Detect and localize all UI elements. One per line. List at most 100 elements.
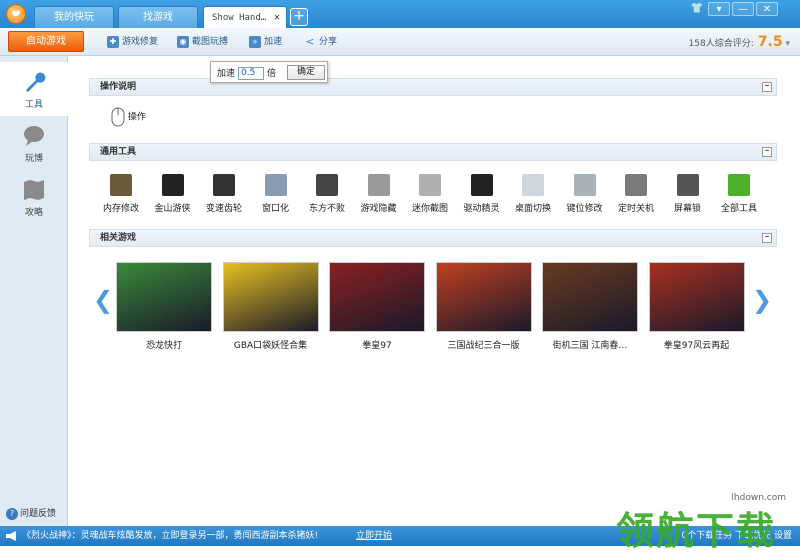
map-icon (24, 180, 44, 200)
tool-label: 东方不败 (308, 204, 345, 214)
game-label: 拳皇97风云再起 (663, 341, 730, 351)
tool-item[interactable]: 金山游侠 (148, 174, 198, 214)
repair-game-button[interactable]: ✚ 游戏修复 (107, 35, 158, 49)
tool-item[interactable]: 变速齿轮 (199, 174, 249, 214)
tab-find-games[interactable]: 找游戏 (118, 6, 198, 28)
prev-arrow-icon[interactable]: ❮ (93, 286, 113, 314)
feedback-link[interactable]: ? 问题反馈 (6, 506, 56, 520)
tool-label: 游戏隐藏 (360, 204, 397, 214)
tab-show-hand[interactable]: Show Hand… ✕ (203, 6, 287, 28)
section-tools-header: 通用工具 – (89, 143, 777, 161)
start-game-button[interactable]: 启动游戏 (8, 31, 84, 52)
game-label: 街机三国 江南春… (552, 341, 628, 351)
toolbar: 启动游戏 ✚ 游戏修复 ◉ 截图玩搏 » 加速 < 分享 158人综合评分: 7.… (0, 28, 800, 56)
tool-item[interactable]: 游戏隐藏 (354, 174, 404, 214)
tool-icon (161, 174, 184, 196)
tool-item[interactable]: 东方不败 (302, 174, 352, 214)
collapse-icon[interactable]: – (762, 233, 772, 243)
question-icon: ? (6, 508, 18, 520)
tool-icon (625, 174, 647, 196)
game-thumbnail[interactable] (648, 262, 745, 332)
game-label: GBA口袋妖怪合集 (233, 341, 308, 351)
mouse-icon (111, 107, 125, 127)
tool-label: 变速齿轮 (205, 204, 242, 214)
tool-icon (316, 174, 338, 196)
close-window-icon[interactable]: ✕ (756, 2, 778, 16)
tool-item[interactable]: 定时关机 (611, 174, 661, 214)
menu-icon[interactable]: ▾ (708, 2, 730, 16)
game-thumbnail[interactable] (116, 262, 212, 332)
skin-shirt-icon[interactable]: 👕 (686, 2, 708, 16)
game-item[interactable]: 拳皇97 (329, 262, 425, 351)
speaker-icon (6, 531, 16, 541)
game-item[interactable]: 恐龙快打 (116, 262, 212, 351)
watermark: lhdown.com 领航下载 (616, 490, 796, 553)
tool-icon (522, 174, 544, 196)
tool-item[interactable]: 窗口化 (251, 174, 301, 214)
collapse-icon[interactable]: – (762, 147, 772, 157)
content-area: 操作说明 – 操作 通用工具 – 内存修改 金山游侠 变速齿轮 窗口化 东方不败 游戏隐藏… (69, 56, 800, 526)
rating-dropdown-icon[interactable]: ▾ (785, 39, 790, 49)
screenshot-button[interactable]: ◉ 截图玩搏 (177, 35, 228, 49)
collapse-icon[interactable]: – (762, 82, 772, 92)
game-thumbnail[interactable] (542, 262, 638, 332)
game-thumbnail[interactable] (435, 262, 532, 332)
tool-item[interactable]: 全部工具 (714, 174, 764, 214)
tool-item[interactable]: 屏幕锁 (663, 174, 713, 214)
sidebar-item-guide[interactable]: 攻略 (0, 170, 68, 224)
sidebar-item-blog[interactable]: 玩博 (0, 116, 68, 170)
minimize-icon[interactable]: — (732, 2, 754, 16)
tool-label: 金山游侠 (154, 204, 191, 214)
tool-icon (264, 174, 287, 196)
tool-label: 全部工具 (720, 204, 757, 214)
news-ticker[interactable]: 《烈火战神》：灵魂战车炫酷发放，立即登录另一部，勇闯西游副本杀猪妖! (22, 526, 318, 546)
tool-icon (676, 174, 699, 196)
tool-label: 窗口化 (261, 204, 289, 214)
tool-label: 内存修改 (102, 204, 139, 214)
tool-item[interactable]: 内存修改 (96, 174, 146, 214)
start-now-link[interactable]: 立即开始 (356, 526, 392, 546)
tool-label: 定时关机 (617, 204, 654, 214)
tool-label: 屏幕锁 (673, 204, 701, 214)
tool-item[interactable]: 迷你截图 (405, 174, 455, 214)
tab-close-icon[interactable]: ✕ (274, 7, 280, 29)
tool-icon (573, 174, 596, 196)
tool-item[interactable]: 驱动精灵 (457, 174, 507, 214)
tool-label: 键位修改 (566, 204, 603, 214)
speed-confirm-button[interactable]: 确定 (287, 65, 325, 80)
chat-bubble-icon (24, 126, 44, 146)
speed-popup: 加速 0.5 倍 确定 (210, 61, 328, 83)
game-label: 三国战纪三合一版 (447, 341, 520, 351)
section-operation-header: 操作说明 – (89, 78, 777, 96)
tool-icon (213, 174, 235, 196)
sidebar-item-tools[interactable]: 工具 (0, 62, 68, 116)
tool-icon (367, 174, 390, 196)
tool-icon (110, 174, 132, 196)
watermark-text: 领航下载 (616, 509, 777, 553)
tab-my-games[interactable]: 我的快玩 (34, 6, 114, 28)
title-bar: 我的快玩 找游戏 Show Hand… ✕ + 👕 ▾ — ✕ (0, 0, 800, 28)
tool-label: 驱动精灵 (463, 204, 500, 214)
game-thumbnail[interactable] (222, 262, 319, 332)
tool-item[interactable]: 键位修改 (560, 174, 610, 214)
game-item[interactable]: GBA口袋妖怪合集 (222, 262, 319, 351)
app-logo-icon (6, 4, 26, 24)
tool-item[interactable]: 桌面切换 (508, 174, 558, 214)
game-item[interactable]: 街机三国 江南春… (542, 262, 638, 351)
speed-up-button[interactable]: » 加速 (249, 35, 282, 49)
tool-icon (419, 174, 441, 196)
tool-icon (470, 174, 493, 196)
fast-forward-icon: » (249, 36, 261, 48)
share-icon: < (305, 35, 315, 48)
game-label: 拳皇97 (362, 341, 392, 351)
operation-item[interactable]: 操作 (111, 107, 146, 127)
game-item[interactable]: 拳皇97风云再起 (648, 262, 745, 351)
tool-label: 迷你截图 (411, 204, 448, 214)
speed-value-input[interactable]: 0.5 (238, 67, 265, 80)
next-arrow-icon[interactable]: ❯ (752, 286, 772, 314)
wrench-icon (26, 72, 46, 92)
share-button[interactable]: < 分享 (304, 35, 337, 49)
add-tab-button[interactable]: + (290, 8, 308, 26)
game-item[interactable]: 三国战纪三合一版 (435, 262, 532, 351)
game-thumbnail[interactable] (329, 262, 425, 332)
